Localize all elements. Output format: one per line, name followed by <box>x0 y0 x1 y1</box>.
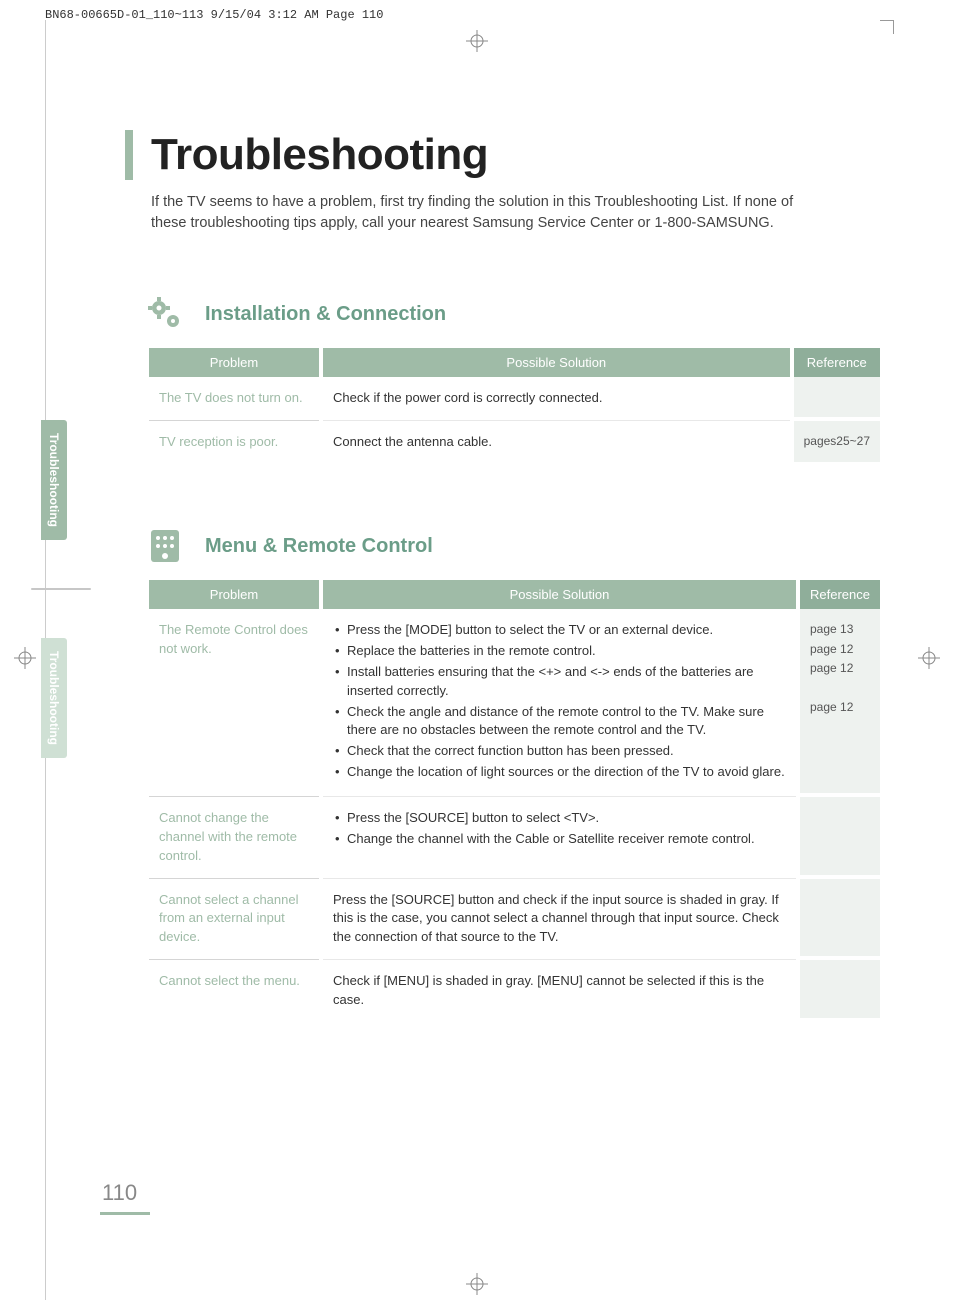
gears-icon <box>145 294 185 334</box>
troubleshooting-table: ProblemPossible SolutionReferenceThe TV … <box>145 348 884 466</box>
list-item: Check the angle and distance of the remo… <box>333 703 786 741</box>
reference-item: page 13 <box>810 621 870 638</box>
list-item: Press the [SOURCE] button to select <TV>… <box>333 809 786 828</box>
section: Installation & Connection ProblemPossible… <box>145 294 884 466</box>
column-header: Possible Solution <box>323 580 796 609</box>
reference-item: page 12 <box>810 641 870 658</box>
solution-cell: Connect the antenna cable. <box>323 421 790 466</box>
section-head: Menu & Remote Control <box>145 526 884 566</box>
page-title-block: Troubleshooting <box>125 130 894 180</box>
reference-cell <box>800 960 880 1022</box>
table-row: Cannot change the channel with the remot… <box>149 797 880 879</box>
registration-mark-icon <box>466 1273 488 1295</box>
list-item: Press the [MODE] button to select the TV… <box>333 621 786 640</box>
page-title: Troubleshooting <box>151 130 894 180</box>
page-number: 110 <box>100 1178 150 1215</box>
troubleshooting-table: ProblemPossible SolutionReferenceThe Rem… <box>145 580 884 1022</box>
problem-cell: The Remote Control does not work. <box>149 609 319 797</box>
side-tab: Troubleshooting <box>41 420 67 540</box>
column-header: Reference <box>800 580 880 609</box>
reference-item: page 12 <box>810 699 870 716</box>
reference-cell <box>794 377 880 421</box>
section-head: Installation & Connection <box>145 294 884 334</box>
list-item: Replace the batteries in the remote cont… <box>333 642 786 661</box>
intro-text: If the TV seems to have a problem, first… <box>151 192 831 234</box>
solution-cell: Check if the power cord is correctly con… <box>323 377 790 421</box>
reference-item <box>810 679 870 696</box>
list-item: Change the location of light sources or … <box>333 763 786 782</box>
table-row: Cannot select the menu.Check if [MENU] i… <box>149 960 880 1022</box>
table-row: Cannot select a channel from an external… <box>149 879 880 961</box>
table-row: The Remote Control does not work. Press t… <box>149 609 880 797</box>
problem-cell: TV reception is poor. <box>149 421 319 466</box>
solution-cell: Press the [MODE] button to select the TV… <box>323 609 796 797</box>
registration-mark-icon <box>466 30 488 52</box>
tab-separator <box>31 588 91 590</box>
column-header: Possible Solution <box>323 348 790 377</box>
problem-cell: The TV does not turn on. <box>149 377 319 421</box>
solution-cell: Press the [SOURCE] button to select <TV>… <box>323 797 796 879</box>
reference-cell: page 13 page 12 page 12 page 12 <box>800 609 880 797</box>
section-title: Menu & Remote Control <box>205 535 433 558</box>
registration-mark-icon <box>918 647 940 669</box>
list-item: Check that the correct function button h… <box>333 742 786 761</box>
reference-cell: pages25~27 <box>794 421 880 466</box>
reference-cell <box>800 797 880 879</box>
remote-icon <box>145 526 185 566</box>
list-item: Install batteries ensuring that the <+> … <box>333 663 786 701</box>
solution-cell: Check if [MENU] is shaded in gray. [MENU… <box>323 960 796 1022</box>
side-tab: Troubleshooting <box>41 638 67 758</box>
list-item: Change the channel with the Cable or Sat… <box>333 830 786 849</box>
problem-cell: Cannot select the menu. <box>149 960 319 1022</box>
crop-mark <box>880 20 894 34</box>
section: Menu & Remote Control ProblemPossible Sol… <box>145 526 884 1022</box>
solution-cell: Press the [SOURCE] button and check if t… <box>323 879 796 961</box>
column-header: Problem <box>149 348 319 377</box>
section-title: Installation & Connection <box>205 303 446 326</box>
registration-mark-icon <box>14 647 36 669</box>
problem-cell: Cannot select a channel from an external… <box>149 879 319 961</box>
reference-item: page 12 <box>810 660 870 677</box>
table-row: TV reception is poor.Connect the antenna… <box>149 421 880 466</box>
column-header: Problem <box>149 580 319 609</box>
reference-cell <box>800 879 880 961</box>
table-row: The TV does not turn on.Check if the pow… <box>149 377 880 421</box>
column-header: Reference <box>794 348 880 377</box>
problem-cell: Cannot change the channel with the remot… <box>149 797 319 879</box>
print-header: BN68-00665D-01_110~113 9/15/04 3:12 AM P… <box>45 8 383 22</box>
